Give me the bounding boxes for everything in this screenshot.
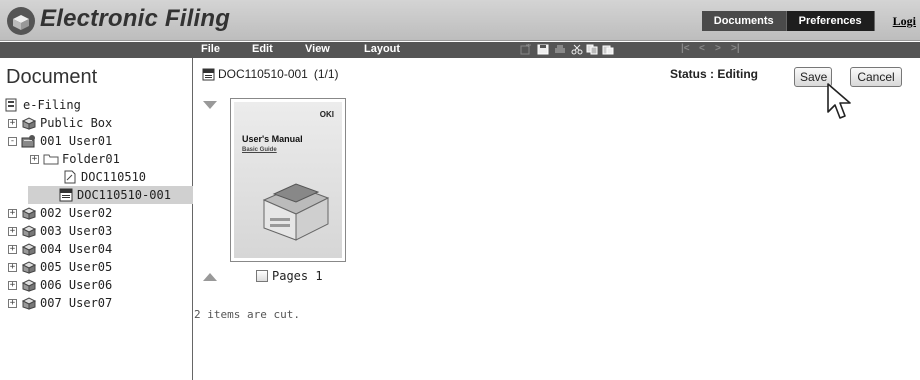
menu-layout[interactable]: Layout [364, 43, 400, 55]
sidebar-title: Document [6, 66, 98, 88]
tree-item-label: DOC110510-001 [77, 188, 171, 202]
tree-item-public-box[interactable]: + Public Box [8, 114, 112, 132]
tree-item-user07[interactable]: + 007 User07 [8, 294, 112, 312]
user-box-icon [21, 225, 37, 238]
document-editing-icon [202, 68, 215, 80]
last-page-icon[interactable]: >| [731, 43, 740, 54]
page-count: (1/1) [313, 67, 339, 81]
document-editing-icon [59, 188, 73, 202]
save-icon[interactable] [537, 44, 549, 55]
tree-item-doc110510[interactable]: DOC110510 [62, 168, 146, 186]
user-box-icon [21, 279, 37, 292]
document-icon [64, 170, 76, 184]
tree-item-user05[interactable]: + 005 User05 [8, 258, 112, 276]
next-page-icon[interactable]: > [715, 43, 721, 54]
top-navigation: Documents Preferences Logi [701, 11, 920, 31]
cut-status-message: 2 items are cut. [194, 308, 300, 321]
user-box-icon [21, 297, 37, 310]
tree-item-label: 001 User01 [40, 134, 113, 148]
tree-item-user03[interactable]: + 003 User03 [8, 222, 112, 240]
thumbnail-title: User's Manual [242, 134, 303, 144]
pages-checkbox[interactable] [256, 270, 268, 282]
sidebar-header-strip [0, 42, 193, 58]
tree-item-folder01[interactable]: + Folder01 [30, 150, 120, 168]
main-content: DOC110510-001 (1/1) Status : Editing Sav… [194, 58, 920, 380]
user-box-icon [21, 135, 35, 148]
thumbnail-subtitle: Basic Guide [242, 147, 277, 153]
expand-icon[interactable]: + [8, 244, 17, 254]
insert-page-icon[interactable] [520, 44, 532, 55]
efiling-logo-icon [7, 7, 35, 35]
menu-bar: File Edit View Layout |< < > >| [193, 42, 920, 58]
menu-edit[interactable]: Edit [252, 43, 273, 55]
tree-item-efiling[interactable]: e-Filing [4, 96, 81, 114]
app-header: Electronic Filing Documents Preferences … [0, 0, 920, 41]
tab-preferences[interactable]: Preferences [786, 11, 875, 31]
tree-item-label: 003 User03 [40, 224, 113, 238]
mouse-cursor-icon [827, 83, 851, 119]
user-box-icon [21, 243, 37, 256]
tree-item-label: 004 User04 [40, 242, 113, 256]
tree-item-label: DOC110510 [81, 170, 147, 184]
expand-icon[interactable]: + [8, 208, 17, 218]
printer-illustration-icon [262, 183, 330, 241]
previous-page-icon[interactable]: < [699, 43, 705, 54]
thumbnail-brand: OKI [319, 110, 334, 119]
public-box-icon [21, 117, 37, 130]
efiling-root-icon [5, 98, 17, 112]
tree-item-user01[interactable]: - 001 User01 [8, 132, 112, 150]
expand-icon[interactable]: + [8, 226, 17, 236]
tree-item-label: Folder01 [62, 152, 120, 166]
sidebar: Document e-Filing + Public Box - 001 Use… [0, 58, 193, 380]
user-box-icon [21, 261, 37, 274]
pages-selector: Pages 1 [256, 269, 323, 283]
cancel-button[interactable]: Cancel [850, 67, 902, 87]
login-link[interactable]: Logi [893, 14, 916, 29]
tree-item-label: 007 User07 [40, 296, 113, 310]
expand-icon[interactable]: + [8, 298, 17, 308]
collapse-icon[interactable]: - [8, 136, 17, 146]
page-thumbnail[interactable]: OKI User's Manual Basic Guide [230, 98, 346, 262]
print-icon[interactable] [554, 44, 566, 55]
status-text: Status : Editing [670, 67, 758, 81]
tree-item-user04[interactable]: + 004 User04 [8, 240, 112, 258]
menu-view[interactable]: View [305, 43, 330, 55]
user-box-icon [21, 207, 37, 220]
document-title: DOC110510-001 (1/1) [202, 67, 339, 81]
tree-item-user02[interactable]: + 002 User02 [8, 204, 112, 222]
expand-icon[interactable]: + [8, 262, 17, 272]
expand-icon[interactable]: + [8, 118, 17, 128]
tree-item-label: 006 User06 [40, 278, 113, 292]
paste-icon[interactable] [602, 44, 614, 55]
tree-item-label: 005 User05 [40, 260, 113, 274]
tree-item-label: e-Filing [23, 98, 81, 112]
scroll-down-arrow-icon[interactable] [203, 101, 217, 109]
tree-item-label: 002 User02 [40, 206, 113, 220]
document-name: DOC110510-001 [218, 67, 308, 81]
first-page-icon[interactable]: |< [681, 43, 690, 54]
folder-icon [43, 154, 59, 165]
menu-file[interactable]: File [201, 43, 220, 55]
tree-item-user06[interactable]: + 006 User06 [8, 276, 112, 294]
scroll-up-arrow-icon[interactable] [203, 273, 217, 281]
copy-icon[interactable] [586, 44, 598, 55]
cut-icon[interactable] [571, 44, 583, 55]
pages-label: Pages 1 [272, 269, 323, 283]
tab-documents[interactable]: Documents [701, 11, 787, 31]
expand-icon[interactable]: + [30, 154, 39, 164]
thumbnail-image: OKI User's Manual Basic Guide [234, 102, 342, 258]
tree-item-doc110510-001[interactable]: DOC110510-001 [28, 186, 193, 204]
expand-icon[interactable]: + [8, 280, 17, 290]
app-title: Electronic Filing [40, 5, 231, 32]
tree-item-label: Public Box [40, 116, 113, 130]
